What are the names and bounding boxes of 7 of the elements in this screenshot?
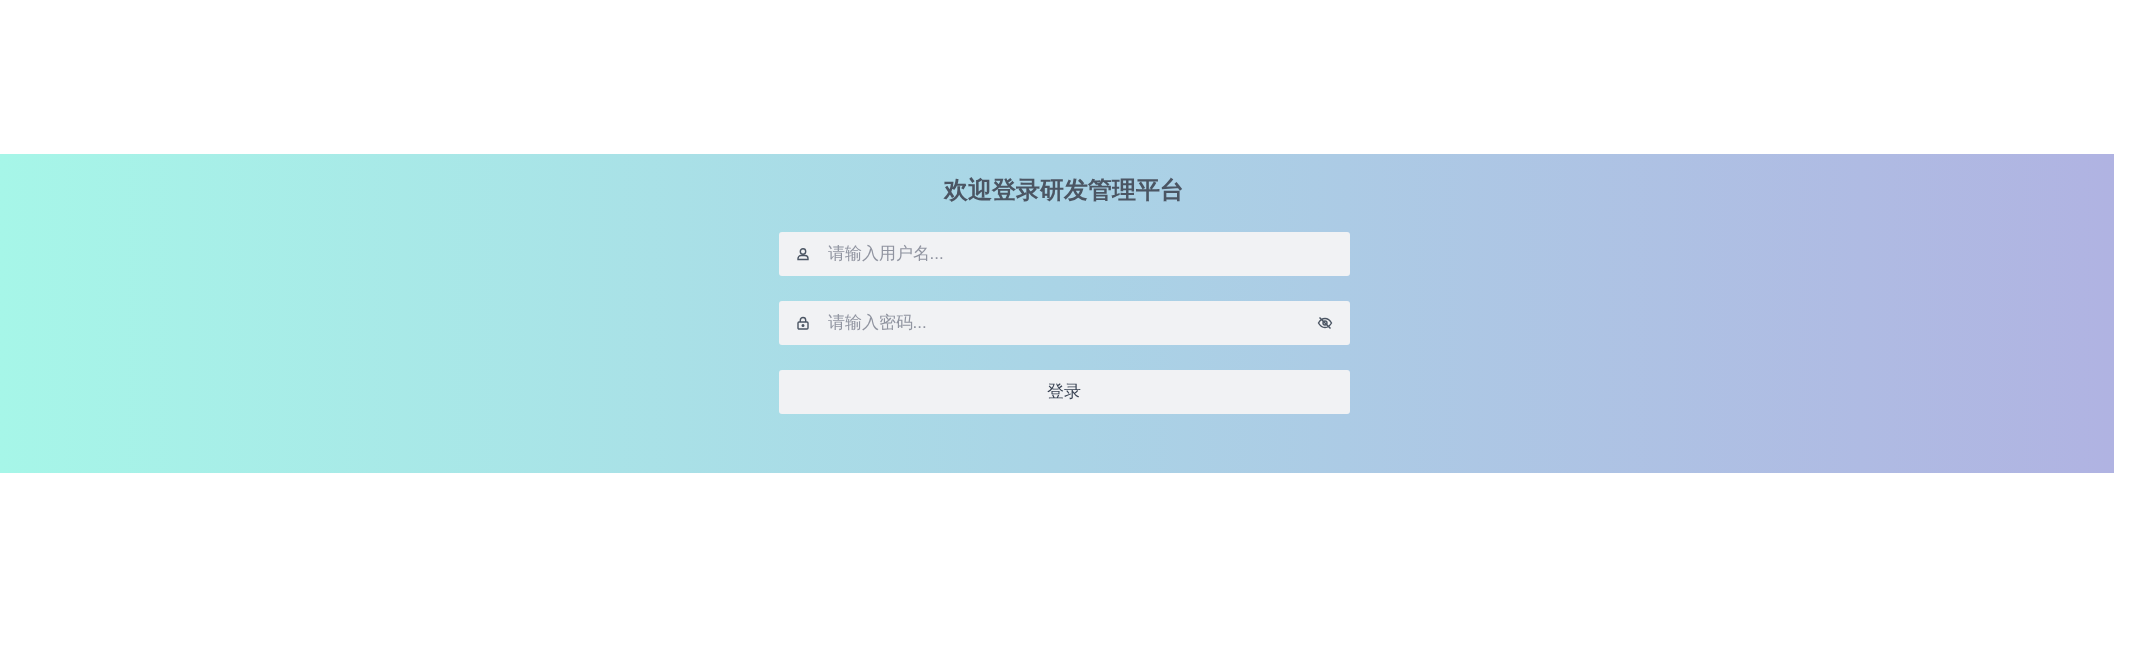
password-field[interactable]: 请输入密码... xyxy=(778,301,1350,345)
lock-icon xyxy=(795,316,810,330)
username-field[interactable]: 请输入用户名... xyxy=(778,232,1350,276)
user-icon xyxy=(795,247,810,261)
eye-off-icon[interactable] xyxy=(1316,315,1333,331)
page-title: 欢迎登录研发管理平台 xyxy=(944,178,1184,202)
login-button[interactable]: 登录 xyxy=(778,370,1350,414)
